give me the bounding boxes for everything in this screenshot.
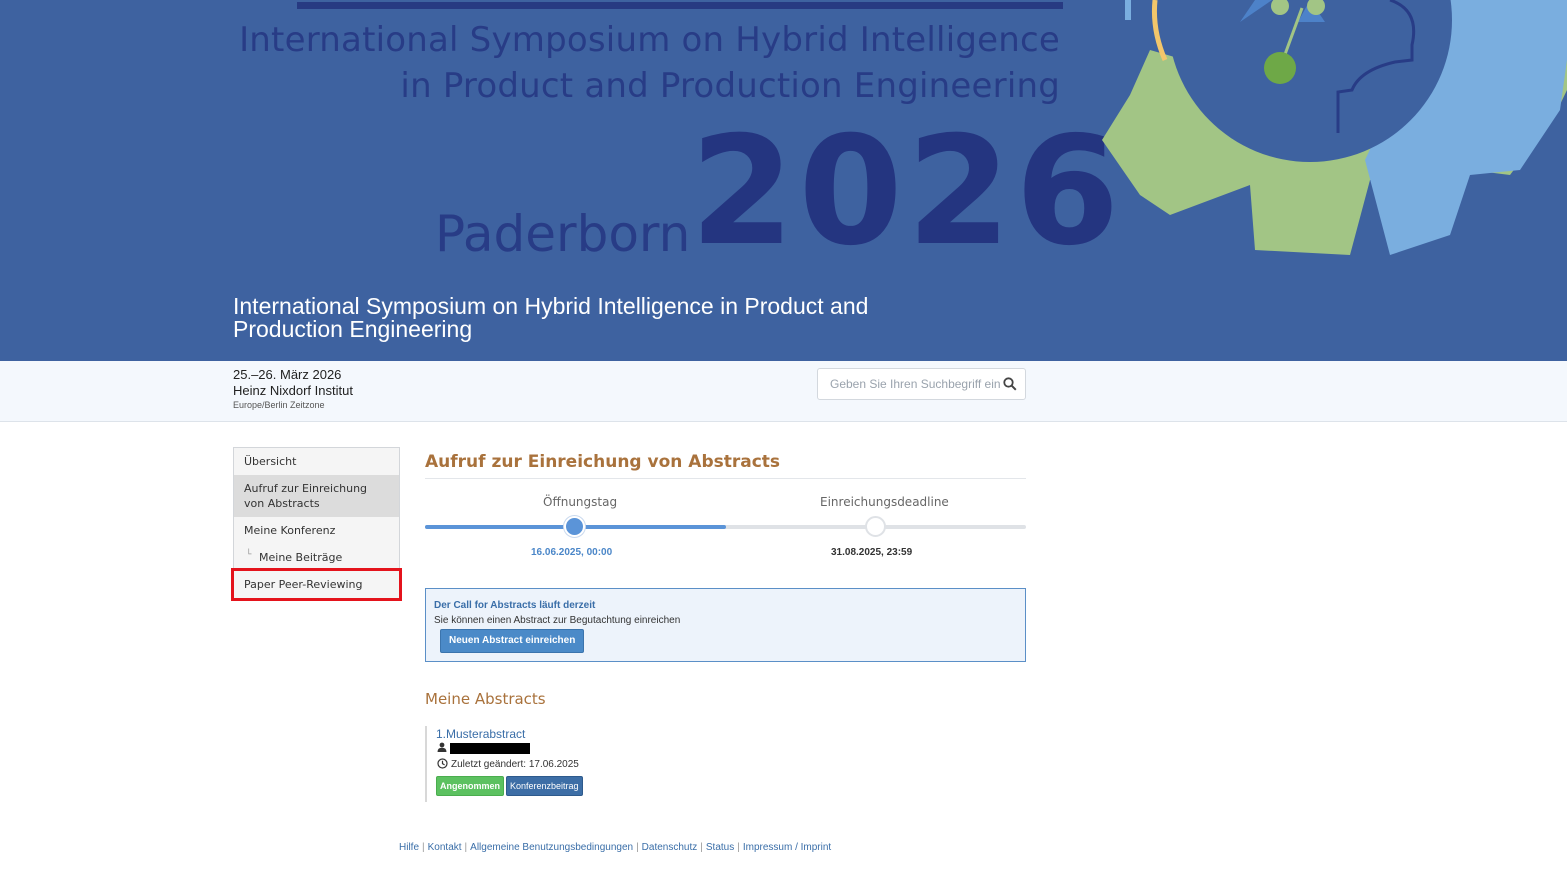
footer-link-contact[interactable]: Kontakt [428, 842, 462, 853]
sidebar-item-my-contributions[interactable]: └ Meine Beiträge [234, 544, 399, 571]
status-badge: Angenommen [436, 776, 505, 796]
abstract-title: Musterabstract [446, 727, 526, 741]
timeline-start-label: Öffnungstag [543, 495, 618, 509]
gear-head-logo-icon [1102, 0, 1567, 255]
banner-top-line [297, 2, 1063, 9]
footer-link-terms[interactable]: Allgemeine Benutzungsbedingungen [470, 842, 633, 853]
sidebar-nav: Übersicht Aufruf zur Einreichung von Abs… [231, 447, 402, 601]
footer-links: Hilfe | Kontakt | Allgemeine Benutzungsbedin… [399, 842, 832, 853]
notice-title: Der Call for Abstracts läuft derzeit [434, 600, 596, 611]
sidebar-item-call-for-abstracts[interactable]: Aufruf zur Einreichung von Abstracts [234, 475, 399, 517]
user-icon [437, 742, 447, 752]
timeline-start-marker [564, 516, 585, 537]
search-input[interactable] [818, 369, 1000, 399]
submit-new-abstract-button[interactable]: Neuen Abstract einreichen [440, 629, 585, 653]
contribution-type-badge: Konferenzbeitrag [506, 776, 583, 796]
abstract-last-modified: Zuletzt geändert: 17.06.2025 [451, 759, 579, 770]
conference-venue: Heinz Nixdorf Institut [233, 383, 353, 398]
banner-title-line2: in Product and Production Engineering [400, 66, 1060, 106]
timeline-end-date: 31.08.2025, 23:59 [831, 547, 913, 558]
tree-branch-icon: └ [246, 550, 252, 560]
clock-icon [437, 758, 448, 769]
conference-title: International Symposium on Hybrid Intell… [233, 293, 869, 342]
sidebar-item-paper-peer-reviewing[interactable]: Paper Peer-Reviewing [231, 568, 402, 601]
sidebar-item-overview[interactable]: Übersicht [234, 448, 399, 475]
abstract-list-item: 1.Musterabstract Zuletzt geändert: 17.06… [425, 726, 725, 802]
banner-title-line1: International Symposium on Hybrid Intell… [239, 20, 1060, 60]
footer-link-imprint[interactable]: Impressum / Imprint [743, 842, 831, 853]
sidebar-item-label: Meine Beiträge [259, 551, 343, 564]
redacted-author-name [450, 743, 530, 754]
banner-city: Paderborn [435, 205, 691, 263]
timeline-end-label: Einreichungsdeadline [820, 495, 949, 509]
call-for-abstracts-notice: Der Call for Abstracts läuft derzeit Sie… [425, 588, 1026, 662]
banner-year: 2026 [690, 105, 1124, 279]
conference-info-bar: 25.–26. März 2026 Heinz Nixdorf Institut… [0, 361, 1567, 422]
my-abstracts-heading: Meine Abstracts [425, 690, 546, 708]
abstract-number: 1. [436, 727, 447, 741]
page-title: Aufruf zur Einreichung von Abstracts [425, 452, 1026, 479]
footer-link-status[interactable]: Status [706, 842, 734, 853]
footer-link-help[interactable]: Hilfe [399, 842, 419, 853]
timeline-start-date: 16.06.2025, 00:00 [531, 547, 613, 558]
conference-dates: 25.–26. März 2026 [233, 367, 342, 382]
search-box [817, 368, 1026, 400]
conference-banner: International Symposium on Hybrid Intell… [0, 0, 1567, 361]
abstract-title-link[interactable]: 1.Musterabstract [436, 727, 525, 741]
timeline-end-marker [865, 516, 886, 537]
conference-timezone: Europe/Berlin Zeitzone [233, 400, 325, 410]
sidebar-item-my-conference[interactable]: Meine Konferenz [234, 517, 399, 544]
notice-text: Sie können einen Abstract zur Begutachtu… [434, 615, 681, 626]
timeline-track [425, 525, 1026, 529]
search-icon[interactable] [1003, 377, 1017, 391]
footer-link-privacy[interactable]: Datenschutz [642, 842, 698, 853]
